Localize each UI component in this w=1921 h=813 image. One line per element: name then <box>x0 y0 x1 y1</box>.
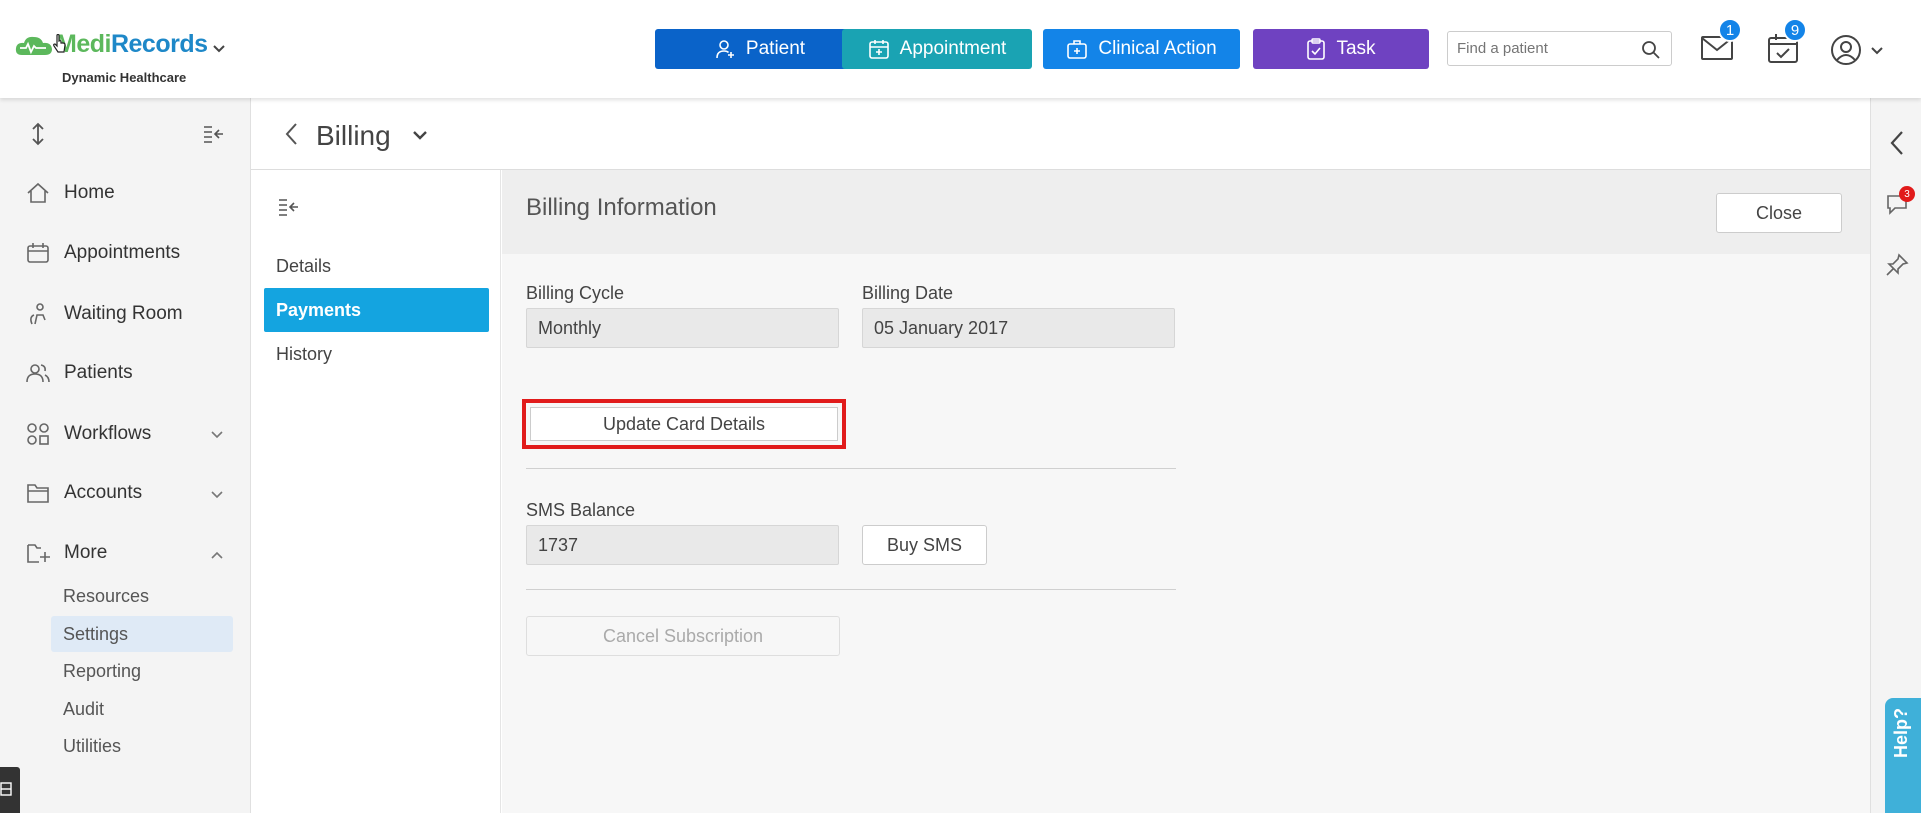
back-arrow-icon[interactable] <box>284 122 300 146</box>
sms-balance-label: SMS Balance <box>526 500 636 520</box>
clinical-action-button-label: Clinical Action <box>1098 38 1217 59</box>
appointment-button-label: Appointment <box>899 38 1007 59</box>
billing-content: Billing Information Close Billing Cycle … <box>502 170 1870 813</box>
page-header: Billing <box>251 98 1870 170</box>
sidebar-subitem-audit[interactable]: Audit <box>51 691 233 727</box>
cancel-subscription-button[interactable]: Cancel Subscription <box>526 616 840 656</box>
billing-date-field: 05 January 2017 <box>862 308 1175 348</box>
help-label: Help? <box>1891 707 1911 758</box>
chevron-down-icon[interactable] <box>210 430 224 440</box>
task-button[interactable]: Task <box>1253 29 1429 69</box>
sidebar-item-label: Home <box>64 182 115 203</box>
chevron-down-icon[interactable] <box>210 490 224 500</box>
chevron-down-icon <box>1871 47 1883 55</box>
pointer-cursor-icon <box>53 34 66 53</box>
clipboard-check-icon <box>1307 38 1326 60</box>
divider <box>526 468 1176 469</box>
expand-vertical-icon[interactable] <box>30 122 46 146</box>
brand-subtitle: Dynamic Healthcare <box>62 70 187 85</box>
folder-icon <box>27 484 49 503</box>
sidebar-item-appointments[interactable]: Appointments <box>26 242 180 264</box>
chevron-down-icon[interactable] <box>412 130 428 142</box>
billing-date-label: Billing Date <box>862 283 954 303</box>
dock-toggle-button[interactable] <box>0 767 20 813</box>
sidebar: Home Appointments Waiting Room Patients … <box>0 98 251 813</box>
home-icon <box>27 182 49 203</box>
chat-badge: 3 <box>1899 186 1915 202</box>
billing-submenu: Details Payments History <box>251 170 501 813</box>
chat-button[interactable]: 3 <box>1885 186 1915 218</box>
task-button-label: Task <box>1336 38 1376 59</box>
page-title: Billing <box>316 120 391 151</box>
sidebar-item-label: Accounts <box>64 482 143 503</box>
calendar-badge: 9 <box>1783 18 1807 42</box>
mail-button[interactable]: 1 <box>1700 18 1742 67</box>
submenu-item-details[interactable]: Details <box>264 244 489 288</box>
buy-sms-button[interactable]: Buy SMS <box>862 525 987 565</box>
panel-icon <box>0 782 12 796</box>
close-button[interactable]: Close <box>1716 193 1842 233</box>
sidebar-item-label: Workflows <box>64 423 152 444</box>
calendar-icon <box>27 243 49 263</box>
cloud-logo-icon <box>15 36 52 55</box>
patient-search <box>1447 31 1672 66</box>
user-avatar-icon <box>1831 35 1861 65</box>
sidebar-item-label: Appointments <box>64 242 181 263</box>
update-card-highlight: Update Card Details <box>522 399 846 449</box>
billing-cycle-field: Monthly <box>526 308 839 348</box>
sidebar-item-workflows[interactable]: Workflows <box>26 422 151 446</box>
pin-icon[interactable] <box>1885 253 1909 277</box>
brand-logo[interactable]: MediRecords <box>14 30 208 59</box>
sidebar-subitem-reporting[interactable]: Reporting <box>51 653 233 689</box>
top-header: MediRecords Dynamic Healthcare Patient A… <box>0 0 1921 98</box>
chevron-down-icon[interactable] <box>212 44 226 54</box>
update-card-details-button[interactable]: Update Card Details <box>530 407 838 441</box>
waiting-room-icon <box>30 303 46 325</box>
collapse-menu-icon[interactable] <box>278 198 300 216</box>
sidebar-item-label: More <box>64 542 108 563</box>
sms-balance-field: 1737 <box>526 525 839 565</box>
help-tab[interactable]: Help? <box>1885 698 1921 813</box>
add-user-icon <box>716 40 734 59</box>
calendar-tasks-button[interactable]: 9 <box>1767 18 1807 69</box>
calendar-add-icon <box>868 40 889 59</box>
workflow-icon <box>27 423 49 445</box>
sidebar-item-accounts[interactable]: Accounts <box>26 482 142 504</box>
mail-badge: 1 <box>1718 18 1742 42</box>
appointment-button[interactable]: Appointment <box>842 29 1032 69</box>
collapse-sidebar-icon[interactable] <box>203 125 225 143</box>
submenu-item-history[interactable]: History <box>264 332 489 376</box>
folder-plus-icon <box>27 544 50 563</box>
patient-button-label: Patient <box>745 38 806 59</box>
user-menu-button[interactable] <box>1830 34 1883 71</box>
sidebar-item-patients[interactable]: Patients <box>26 362 133 384</box>
sidebar-item-label: Waiting Room <box>64 303 183 324</box>
sidebar-subitem-settings[interactable]: Settings <box>51 616 233 652</box>
divider <box>526 589 1176 590</box>
medical-kit-icon <box>1067 40 1088 59</box>
search-input[interactable] <box>1457 40 1627 57</box>
patient-button[interactable]: Patient <box>655 29 864 69</box>
chevron-left-icon[interactable] <box>1889 130 1905 156</box>
billing-title: Billing Information <box>526 194 717 221</box>
sidebar-item-home[interactable]: Home <box>26 182 115 204</box>
brand-name: MediRecords <box>56 30 208 58</box>
sidebar-subitem-utilities[interactable]: Utilities <box>51 728 233 764</box>
search-icon[interactable] <box>1641 40 1661 60</box>
sidebar-item-waiting-room[interactable]: Waiting Room <box>26 302 183 326</box>
chevron-up-icon[interactable] <box>210 550 224 560</box>
billing-cycle-label: Billing Cycle <box>526 283 625 303</box>
sidebar-item-more[interactable]: More <box>26 542 107 564</box>
content-header: Billing Information Close <box>502 170 1870 254</box>
sidebar-item-label: Patients <box>64 362 133 383</box>
submenu-item-payments[interactable]: Payments <box>264 288 489 332</box>
users-icon <box>26 364 50 383</box>
clinical-action-button[interactable]: Clinical Action <box>1043 29 1240 69</box>
sidebar-subitem-resources[interactable]: Resources <box>51 578 233 614</box>
